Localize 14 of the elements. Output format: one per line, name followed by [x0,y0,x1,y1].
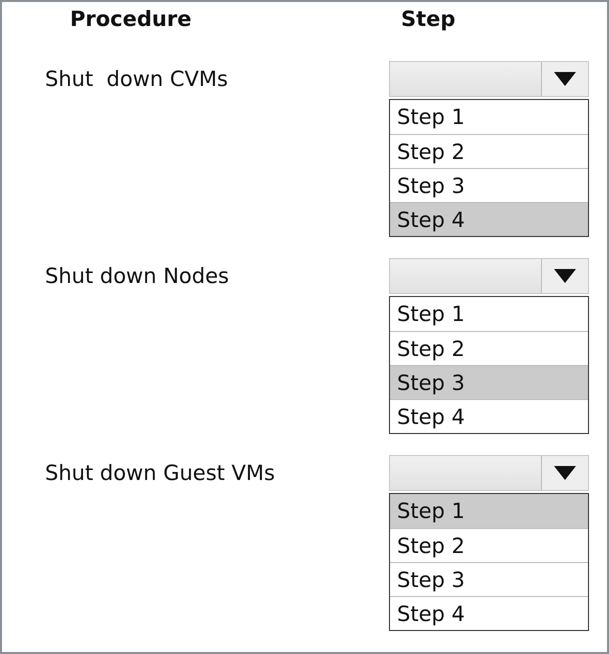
dropdown-option[interactable]: Step 4 [390,202,588,236]
column-header: Step [400,7,456,31]
caret-icon [554,269,576,283]
dropdown-option[interactable]: Step 1 [390,494,588,528]
column-header: Procedure [69,7,192,31]
procedure-label: Shut down Nodes [44,263,229,288]
procedure-label: Shut down CVMs [44,66,228,91]
step-dropdown[interactable] [389,258,589,294]
step-dropdown[interactable] [389,61,589,97]
caret-icon [554,466,576,480]
caret-icon [554,72,576,86]
procedure-label: Shut down Guest VMs [44,460,275,485]
dropdown-option[interactable]: Step 3 [390,365,588,399]
step-dropdown[interactable] [389,455,589,491]
